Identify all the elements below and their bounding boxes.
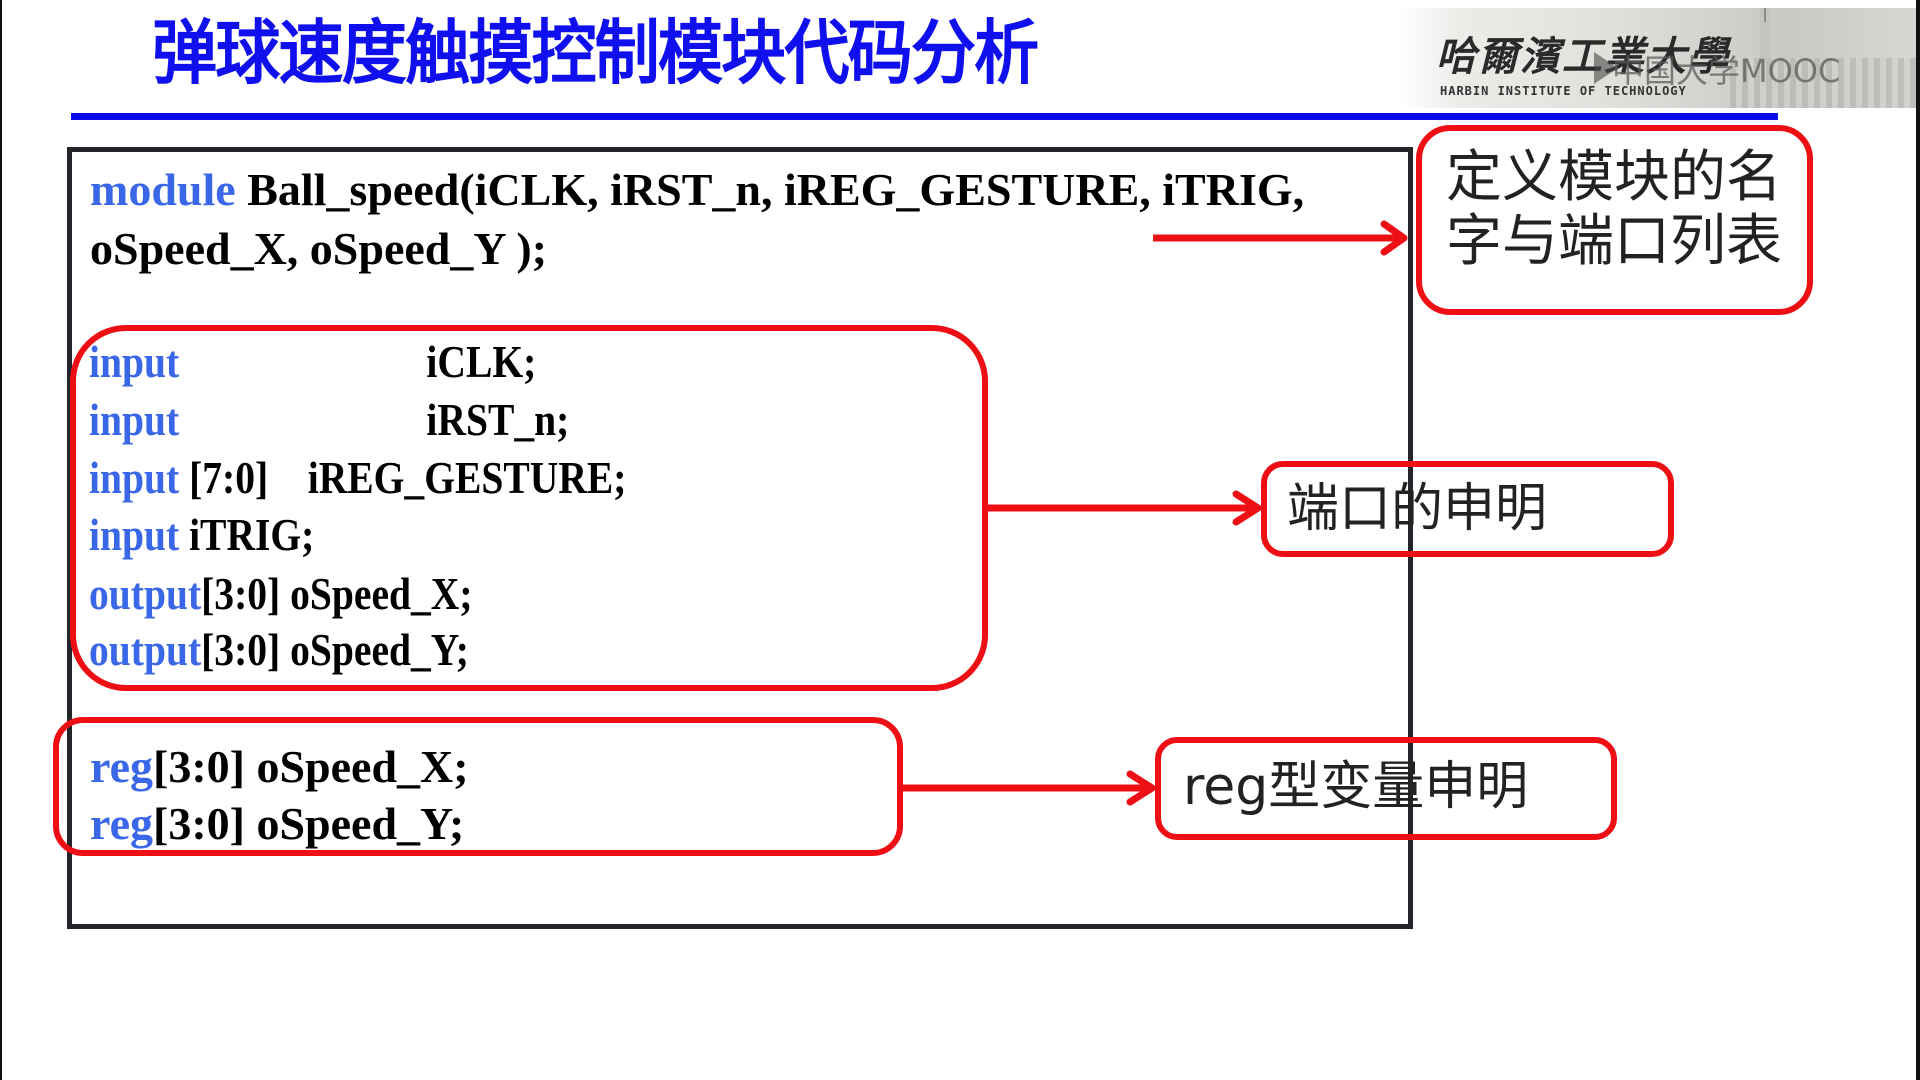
reg-annotation-label: reg型变量申明 (1183, 757, 1529, 817)
keyword-module: module (90, 164, 236, 215)
title-underline (71, 113, 1778, 120)
university-logo-banner: 哈爾濱工業大學 HARBIN INSTITUTE OF TECHNOLOGY 中… (1400, 8, 1916, 108)
arrow-to-port-annotation (986, 490, 1262, 526)
reg-highlight-box (53, 717, 903, 856)
building-spire-image (1764, 8, 1766, 22)
port-annotation-label: 端口的申明 (1287, 479, 1548, 539)
port-highlight-box (70, 325, 988, 691)
code-line-module-2: oSpeed_X, oSpeed_Y ); (90, 223, 548, 274)
module-annotation-line1: 定义模块的名 (1446, 145, 1782, 210)
module-annotation-line2: 字与端口列表 (1446, 209, 1782, 274)
module-signature: Ball_speed(iCLK, iRST_n, iREG_GESTURE, i… (235, 164, 1305, 215)
code-line-module-1: module Ball_speed(iCLK, iRST_n, iREG_GES… (90, 162, 1304, 218)
slide-title: 弹球速度触摸控制模块代码分析 (152, 12, 1039, 94)
left-frame-edge (0, 0, 2, 1080)
right-frame-edge (1916, 0, 1920, 1080)
arrow-to-module-annotation (1153, 220, 1408, 256)
arrow-to-reg-annotation (902, 770, 1156, 806)
mooc-watermark: 中国大学MOOC (1612, 52, 1841, 90)
